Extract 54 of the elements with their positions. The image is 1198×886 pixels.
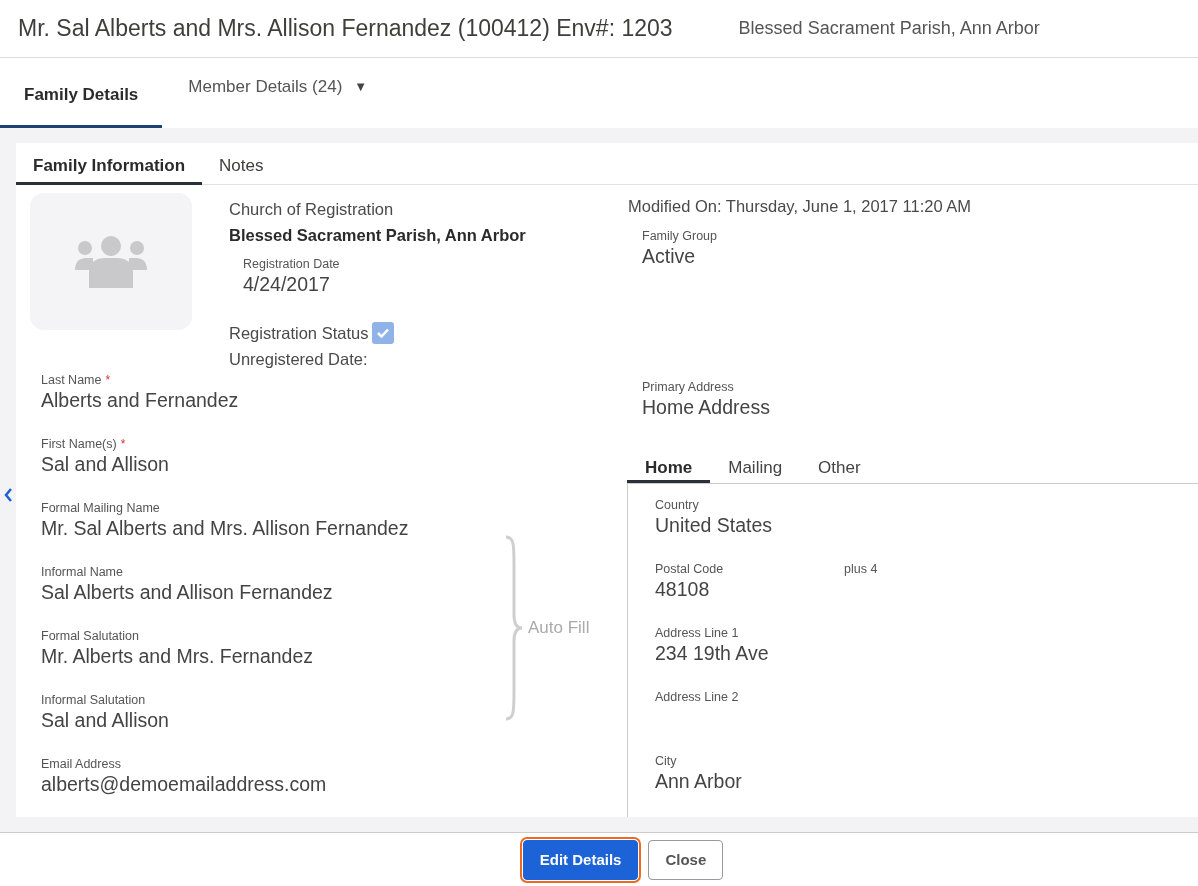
- field-label: Address Line 2: [655, 689, 740, 705]
- field-label: plus 4: [844, 561, 878, 577]
- parish-name: Blessed Sacrament Parish, Ann Arbor: [738, 18, 1040, 39]
- field-value: 234 19th Ave: [655, 641, 770, 665]
- tab[interactable]: Family Information: [16, 143, 203, 185]
- brace-icon: [504, 535, 524, 721]
- close-button[interactable]: Close: [648, 839, 724, 880]
- field-value: Ann Arbor: [655, 769, 743, 793]
- checkmark-icon: [376, 327, 391, 339]
- page-title: Mr. Sal Alberts and Mrs. Allison Fernandez (100412) Env#: 1203: [18, 15, 673, 42]
- field-label: Country: [655, 497, 700, 513]
- field-value: Sal and Allison: [41, 452, 170, 476]
- field-value: Sal and Allison: [41, 708, 170, 732]
- field-label: Primary Address: [642, 379, 735, 395]
- field-label: Registration Status: [229, 323, 369, 344]
- chevron-left-icon[interactable]: [3, 487, 13, 503]
- field-label: Formal Mailing Name: [41, 500, 161, 516]
- field-value: United States: [655, 513, 774, 537]
- field-label: Postal Code: [655, 561, 725, 577]
- field-label: City: [655, 753, 678, 769]
- tab[interactable]: Home: [627, 455, 711, 483]
- field-label: Email Address: [41, 756, 122, 772]
- field-value: Active: [642, 244, 697, 268]
- tab[interactable]: Notes: [202, 143, 281, 185]
- caret-icon: ▼: [354, 79, 368, 94]
- field-value: 48108: [655, 577, 711, 601]
- auto-fill-label: Auto Fill: [528, 618, 590, 638]
- field-label: Informal Name: [41, 564, 124, 580]
- required-mark: *: [120, 436, 126, 452]
- field-label: Address Line 1: [655, 625, 740, 641]
- field-value: alberts@demoemailaddress.com: [41, 772, 328, 796]
- field-value: 4/24/2017: [243, 272, 331, 296]
- field-label: Unregistered Date:: [229, 349, 369, 370]
- field-label: Family Group: [642, 228, 719, 244]
- edit-button[interactable]: Edit Details: [522, 839, 639, 880]
- field-label: First Name(s) *: [41, 436, 127, 452]
- group-icon: [75, 235, 147, 288]
- tab[interactable]: Member Details (24) ▼: [162, 58, 394, 128]
- field-value: Alberts and Fernandez: [41, 388, 240, 412]
- checkbox[interactable]: [372, 322, 395, 344]
- field-value: Mr. Sal Alberts and Mrs. Allison Fernandez: [41, 516, 410, 540]
- church-name: Blessed Sacrament Parish, Ann Arbor: [229, 225, 526, 246]
- field-label: Formal Salutation: [41, 628, 140, 644]
- tab[interactable]: Mailing: [710, 455, 801, 483]
- tab[interactable]: Other: [800, 455, 879, 483]
- required-mark: *: [105, 372, 111, 388]
- field-value: Sal Alberts and Allison Fernandez: [41, 580, 334, 604]
- field-value: Mr. Alberts and Mrs. Fernandez: [41, 644, 315, 668]
- field-label: Informal Salutation: [41, 692, 147, 708]
- field-label: Last Name *: [41, 372, 112, 388]
- modified-date: Modified On: Thursday, June 1, 2017 11:20 AM: [627, 196, 973, 217]
- field-label: Church of Registration: [229, 199, 395, 220]
- field-value: Home Address: [642, 395, 771, 419]
- field-label: Registration Date: [243, 256, 341, 272]
